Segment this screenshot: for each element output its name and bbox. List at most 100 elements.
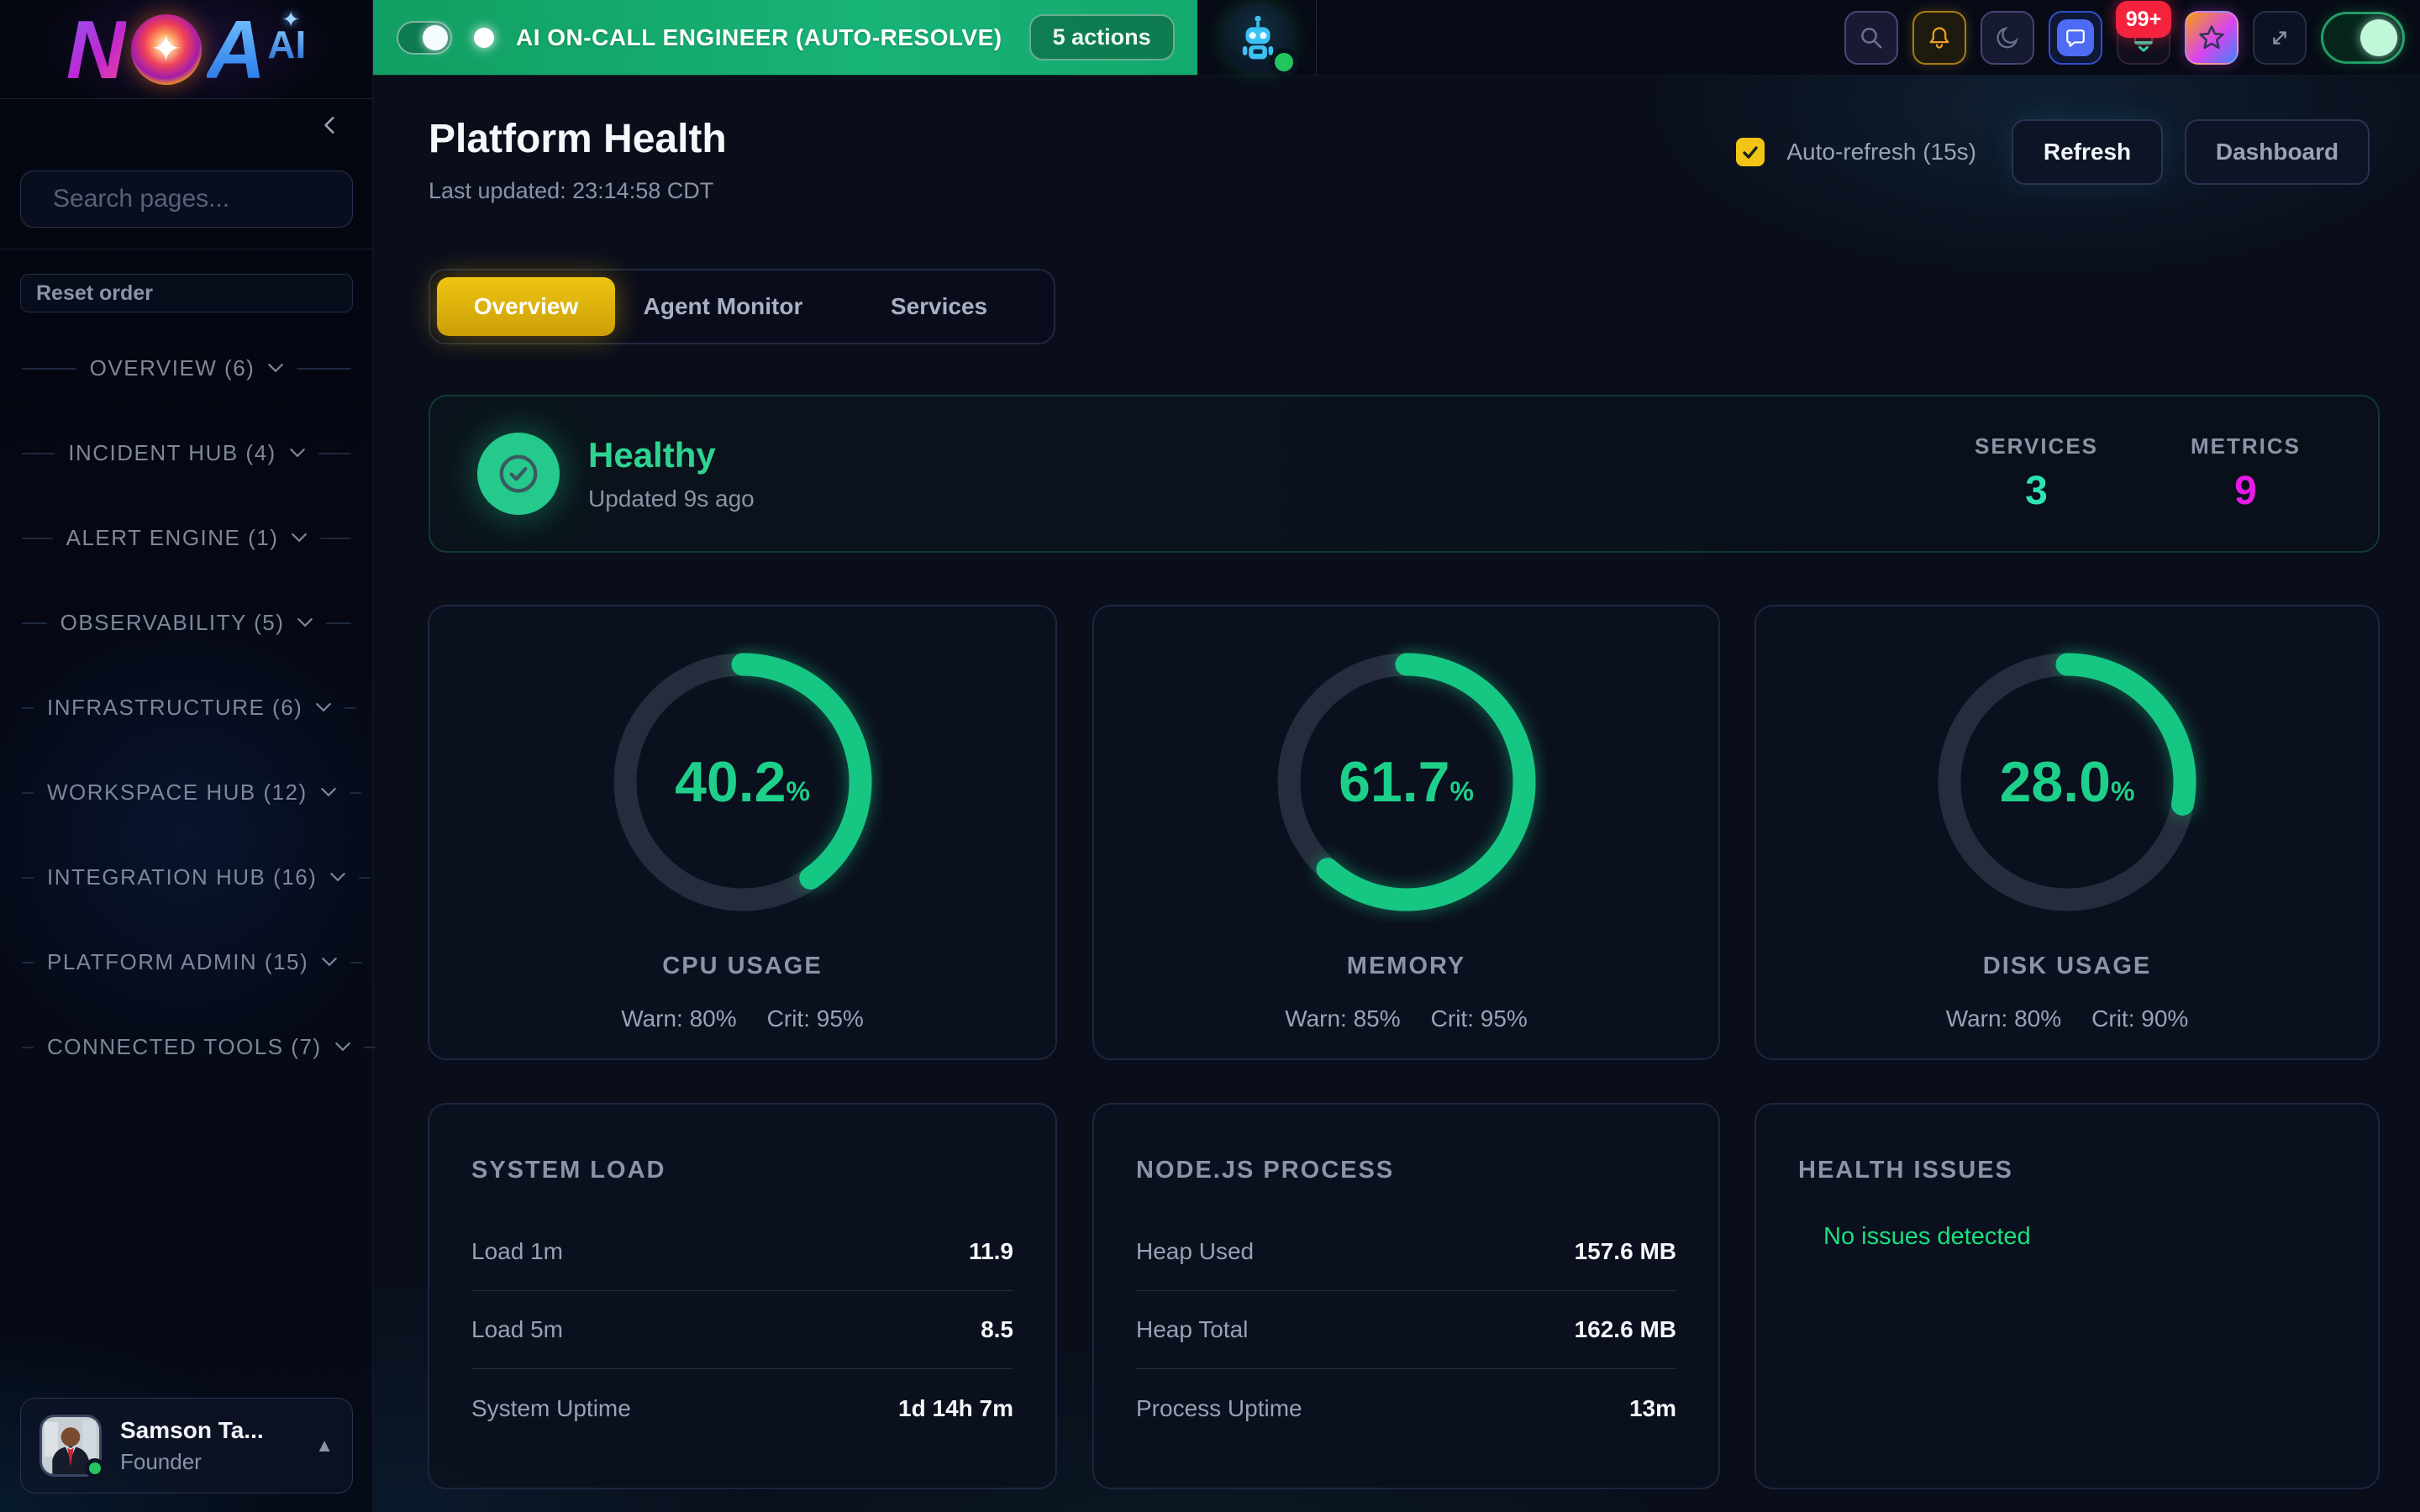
actions-count-badge[interactable]: 5 actions — [1029, 14, 1175, 60]
sidebar-item-incident-hub[interactable]: INCIDENT HUB (4) — [0, 411, 373, 496]
robot-online-dot — [1270, 48, 1298, 76]
notifications-button[interactable] — [1912, 11, 1966, 65]
services-label: SERVICES — [1975, 433, 2098, 459]
nav-dash — [22, 622, 47, 624]
nav-label: ALERT ENGINE (1) — [66, 525, 279, 551]
sidebar: N A AI ✦ Reset order OVERVIEW (6) INCIDE… — [0, 0, 373, 1512]
sidebar-item-observability[interactable]: OBSERVABILITY (5) — [0, 580, 373, 665]
health-issues-title: HEALTH ISSUES — [1798, 1105, 2336, 1184]
status-updated: Updated 9s ago — [588, 486, 755, 512]
sidebar-collapse-button[interactable] — [318, 113, 343, 138]
sidebar-item-integration-hub[interactable]: INTEGRATION HUB (16) — [0, 835, 373, 920]
auto-refresh-label[interactable]: Auto-refresh (15s) — [1786, 139, 1976, 165]
nav-label: INTEGRATION HUB (16) — [47, 864, 317, 890]
status-stats: SERVICES 3 METRICS 9 — [1975, 433, 2331, 514]
expand-icon — [2267, 25, 2292, 50]
global-search-button[interactable] — [1844, 11, 1898, 65]
oncall-banner-title: AI ON-CALL ENGINEER (AUTO-RESOLVE) — [516, 24, 1002, 51]
nav-dash — [359, 877, 371, 879]
nav-dash — [22, 707, 34, 709]
topbar-divider — [1316, 0, 1317, 76]
chat-button[interactable] — [2049, 11, 2102, 65]
metrics-stat: METRICS 9 — [2191, 433, 2301, 514]
row-label: Process Uptime — [1136, 1395, 1302, 1422]
cpu-gauge-unit: % — [786, 776, 809, 807]
nav-dash — [22, 877, 34, 879]
nav-dash — [22, 368, 76, 370]
bell-icon — [1926, 24, 1953, 51]
sidebar-item-alert-engine[interactable]: ALERT ENGINE (1) — [0, 496, 373, 580]
auto-refresh-checkbox[interactable] — [1736, 138, 1765, 166]
nav-label: OVERVIEW (6) — [90, 355, 255, 381]
user-profile-card[interactable]: Samson Ta... Founder ▲ — [20, 1398, 353, 1494]
moon-icon — [1995, 25, 2020, 50]
disk-gauge: 28.0 % — [1927, 642, 2207, 922]
sidebar-item-overview[interactable]: OVERVIEW (6) — [0, 326, 373, 411]
nav-dash — [350, 792, 361, 794]
oncall-banner: AI ON-CALL ENGINEER (AUTO-RESOLVE) 5 act… — [373, 0, 1197, 76]
sidebar-item-infrastructure[interactable]: INFRASTRUCTURE (6) — [0, 665, 373, 750]
healthy-check-icon — [477, 433, 560, 515]
ai-assistant-button[interactable] — [1213, 2, 1302, 74]
cpu-gauge-label: CPU USAGE — [662, 953, 822, 980]
cpu-gauge-thresholds: Warn: 80% Crit: 95% — [621, 1005, 864, 1032]
search-input[interactable] — [53, 185, 377, 213]
health-status-card: Healthy Updated 9s ago SERVICES 3 METRIC… — [429, 395, 2380, 553]
sidebar-item-platform-admin[interactable]: PLATFORM ADMIN (15) — [0, 920, 373, 1005]
tab-agent-monitor[interactable]: Agent Monitor — [615, 293, 831, 320]
oncall-toggle[interactable] — [397, 21, 452, 55]
system-load-panel: SYSTEM LOAD Load 1m 11.9 Load 5m 8.5 Sys… — [428, 1103, 1057, 1489]
dark-mode-button[interactable] — [1981, 11, 2034, 65]
dashboard-button[interactable]: Dashboard — [2185, 119, 2370, 185]
page-title: Platform Health — [429, 116, 727, 162]
row-value: 13m — [1629, 1395, 1676, 1422]
sidebar-item-connected-tools[interactable]: CONNECTED TOOLS (7) — [0, 1005, 373, 1089]
chevron-down-icon — [292, 533, 307, 543]
chevron-down-icon — [335, 1042, 350, 1052]
nav-label: OBSERVABILITY (5) — [60, 610, 285, 636]
user-name: Samson Ta... — [120, 1417, 264, 1444]
toggle-knob — [2360, 19, 2397, 56]
disk-gauge-label: DISK USAGE — [1983, 953, 2151, 980]
inbox-bag-button[interactable]: 99+ — [2117, 11, 2170, 65]
memory-gauge-thresholds: Warn: 85% Crit: 95% — [1285, 1005, 1528, 1032]
nav-label: INCIDENT HUB (4) — [68, 440, 276, 466]
nav-dash — [22, 538, 53, 539]
chevron-down-icon — [290, 449, 305, 458]
user-role: Founder — [120, 1449, 264, 1475]
disk-gauge-value: 28.0 — [2000, 749, 2111, 815]
system-load-title: SYSTEM LOAD — [471, 1105, 1013, 1184]
logo-letter-a: A — [207, 8, 266, 91]
services-value: 3 — [2025, 468, 2048, 514]
logo-sparkle-icon: ✦ — [281, 7, 300, 33]
memory-crit-threshold: Crit: 95% — [1431, 1005, 1528, 1032]
row-label: Load 5m — [471, 1316, 563, 1343]
sidebar-search[interactable] — [20, 171, 353, 228]
fullscreen-button[interactable] — [2253, 11, 2307, 65]
online-status-dot — [85, 1458, 105, 1478]
cpu-warn-threshold: Warn: 80% — [621, 1005, 736, 1032]
row-value: 1d 14h 7m — [898, 1395, 1013, 1422]
metric-row-process-uptime: Process Uptime 13m — [1136, 1369, 1676, 1447]
star-icon — [2197, 24, 2226, 52]
nav-dash — [22, 453, 55, 454]
favorites-button[interactable] — [2185, 11, 2238, 65]
nav-label: INFRASTRUCTURE (6) — [47, 695, 302, 721]
theme-toggle[interactable] — [2321, 12, 2405, 64]
nav-dash — [22, 1047, 34, 1048]
cpu-usage-gauge-card: 40.2 % CPU USAGE Warn: 80% Crit: 95% — [428, 605, 1057, 1060]
refresh-button[interactable]: Refresh — [2012, 119, 2163, 185]
tab-services[interactable]: Services — [831, 293, 1047, 320]
nav-dash — [350, 962, 362, 963]
disk-usage-gauge-card: 28.0 % DISK USAGE Warn: 80% Crit: 90% — [1754, 605, 2380, 1060]
health-issues-panel: HEALTH ISSUES No issues detected — [1754, 1103, 2380, 1489]
nav-dash — [326, 622, 351, 624]
topbar-actions: 99+ — [1844, 11, 2405, 65]
sidebar-item-workspace-hub[interactable]: WORKSPACE HUB (12) — [0, 750, 373, 835]
tab-overview[interactable]: Overview — [437, 277, 615, 336]
reset-order-button[interactable]: Reset order — [20, 274, 353, 312]
chat-tile — [2057, 19, 2094, 56]
disk-gauge-unit: % — [2111, 776, 2134, 807]
nav-label: PLATFORM ADMIN (15) — [47, 949, 308, 975]
chevron-down-icon — [297, 618, 313, 627]
